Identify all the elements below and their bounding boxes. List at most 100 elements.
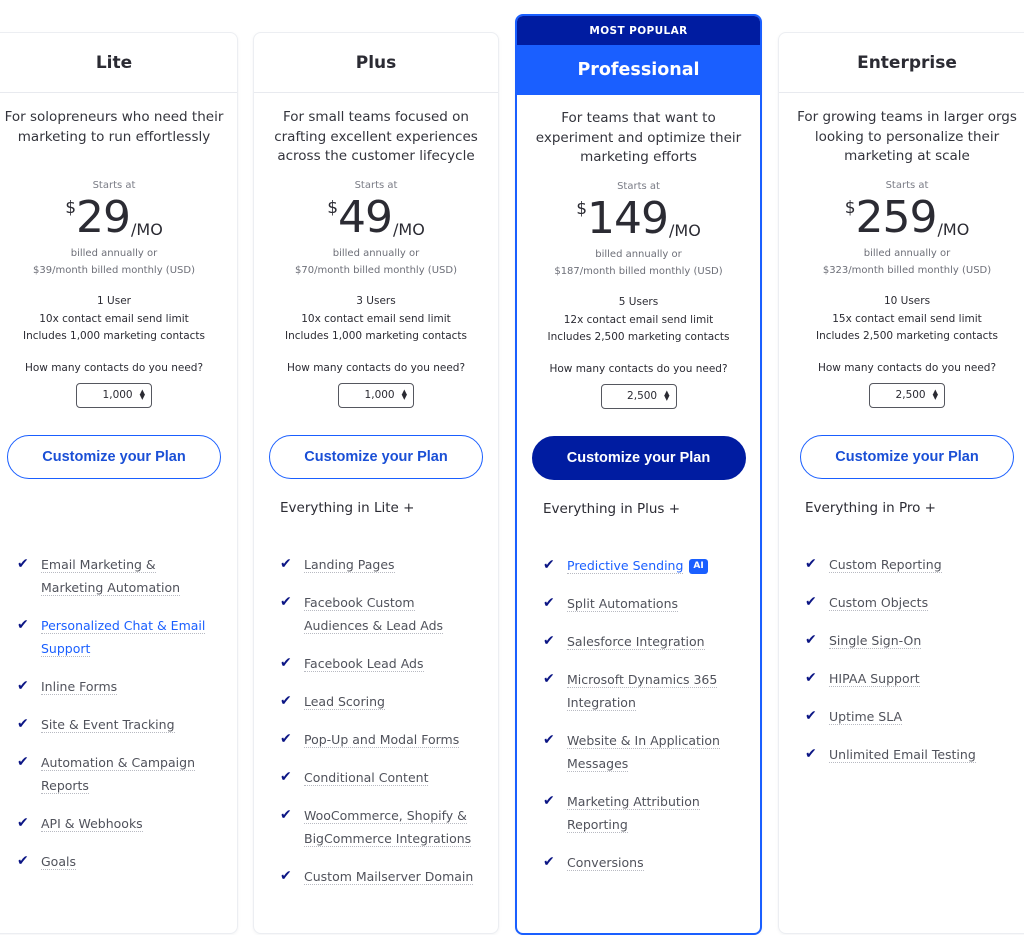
stepper-down-icon[interactable]: ▼ bbox=[140, 394, 145, 401]
stepper-down-icon[interactable]: ▼ bbox=[933, 394, 938, 401]
check-icon: ✔ bbox=[280, 867, 292, 884]
plan-description: For small teams focused on crafting exce… bbox=[274, 109, 478, 164]
check-icon: ✔ bbox=[280, 593, 292, 610]
feature-text-wrap: Inline Forms bbox=[41, 675, 118, 698]
feature-text-wrap[interactable]: Predictive Sending AI bbox=[567, 554, 708, 577]
customize-plan-button[interactable]: Customize your Plan bbox=[269, 434, 483, 479]
customize-plan-button[interactable]: Customize your Plan bbox=[7, 434, 221, 479]
check-icon: ✔ bbox=[543, 853, 555, 870]
feature-text-wrap: Lead Scoring bbox=[304, 690, 385, 713]
feature-text: Goals bbox=[41, 853, 76, 870]
ai-badge: AI bbox=[689, 558, 708, 574]
check-icon: ✔ bbox=[805, 707, 817, 724]
feature-text: WooCommerce, Shopify & BigCommerce Integ… bbox=[304, 807, 472, 847]
feature-text-wrap: Custom Reporting bbox=[829, 553, 942, 576]
feature-item: ✔ Microsoft Dynamics 365 Integration bbox=[543, 668, 740, 714]
plan-spec: 15x contact email send limit bbox=[832, 312, 982, 325]
stepper-arrows-icon[interactable]: ▲ ▼ bbox=[933, 389, 938, 401]
feature-text: Site & Event Tracking bbox=[41, 716, 175, 733]
price-amount: 259 bbox=[855, 192, 938, 243]
feature-text-wrap: Landing Pages bbox=[304, 553, 395, 576]
feature-item: ✔ Site & Event Tracking bbox=[17, 713, 217, 736]
billing-note-line2: $70/month billed monthly (USD) bbox=[295, 265, 457, 276]
plan-body: For teams that want to experiment and op… bbox=[517, 109, 760, 874]
feature-text-wrap: Goals bbox=[41, 850, 76, 873]
feature-item[interactable]: ✔ Personalized Chat & Email Support bbox=[17, 614, 217, 660]
feature-text-wrap[interactable]: Personalized Chat & Email Support bbox=[41, 614, 217, 660]
feature-item: ✔ Salesforce Integration bbox=[543, 630, 740, 653]
check-icon: ✔ bbox=[17, 616, 29, 633]
stepper-down-icon[interactable]: ▼ bbox=[664, 395, 669, 402]
billing-note-line1: billed annually or bbox=[332, 248, 420, 259]
feature-item: ✔ Custom Objects bbox=[805, 591, 1015, 614]
contacts-stepper[interactable]: 1,000 ▲ ▼ bbox=[338, 382, 414, 408]
stepper-arrows-icon[interactable]: ▲ ▼ bbox=[664, 390, 669, 402]
check-icon: ✔ bbox=[543, 670, 555, 687]
stepper-arrows-icon[interactable]: ▲ ▼ bbox=[402, 389, 407, 401]
plan-body: For small teams focused on crafting exce… bbox=[254, 108, 498, 888]
check-icon: ✔ bbox=[17, 555, 29, 572]
feature-item: ✔ Goals bbox=[17, 850, 217, 873]
plan-specs: 3 Users 10x contact email send limit Inclu… bbox=[264, 293, 488, 346]
check-icon: ✔ bbox=[543, 556, 555, 573]
currency-symbol: $ bbox=[65, 198, 77, 218]
starts-at-label: Starts at bbox=[354, 180, 398, 191]
contacts-stepper[interactable]: 2,500 ▲ ▼ bbox=[869, 382, 945, 408]
feature-text[interactable]: Predictive Sending bbox=[567, 557, 684, 574]
feature-text: Single Sign-On bbox=[829, 632, 922, 649]
starts-at-label: Starts at bbox=[885, 180, 929, 191]
plan-name: Plus bbox=[254, 33, 498, 93]
feature-text-wrap: Automation & Campaign Reports bbox=[41, 751, 217, 797]
currency-symbol: $ bbox=[576, 199, 588, 219]
feature-item[interactable]: ✔ Predictive Sending AI bbox=[543, 554, 740, 577]
feature-text-wrap: Custom Objects bbox=[829, 591, 929, 614]
price-period: /MO bbox=[131, 220, 163, 239]
check-icon: ✔ bbox=[543, 792, 555, 809]
plan-description: For solopreneurs who need their marketin… bbox=[4, 109, 224, 145]
plan-card-lite: Lite For solopreneurs who need their mar… bbox=[0, 32, 238, 934]
starts-at-label: Starts at bbox=[92, 180, 136, 191]
feature-list: ✔ Predictive Sending AI ✔ Split Automations ✔… bbox=[527, 554, 750, 874]
check-icon: ✔ bbox=[805, 555, 817, 572]
feature-list: ✔ Custom Reporting ✔ Custom Objects ✔ Single … bbox=[789, 553, 1024, 766]
customize-plan-button[interactable]: Customize your Plan bbox=[800, 434, 1014, 479]
contacts-value: 2,500 bbox=[627, 390, 658, 402]
feature-text: Uptime SLA bbox=[829, 708, 903, 725]
check-icon: ✔ bbox=[805, 593, 817, 610]
feature-item: ✔ HIPAA Support bbox=[805, 667, 1015, 690]
plan-name: Lite bbox=[0, 33, 237, 93]
feature-text: Website & In Application Messages bbox=[567, 732, 720, 772]
plan-card-plus: Plus For small teams focused on crafting… bbox=[253, 32, 499, 934]
feature-text-wrap: API & Webhooks bbox=[41, 812, 143, 835]
check-icon: ✔ bbox=[805, 669, 817, 686]
stepper-down-icon[interactable]: ▼ bbox=[402, 394, 407, 401]
stepper-arrows-icon[interactable]: ▲ ▼ bbox=[140, 389, 145, 401]
feature-text-wrap: Facebook Custom Audiences & Lead Ads bbox=[304, 591, 478, 637]
feature-text[interactable]: Personalized Chat & Email Support bbox=[41, 617, 206, 657]
billing-note-line2: $187/month billed monthly (USD) bbox=[554, 266, 723, 277]
contacts-stepper[interactable]: 2,500 ▲ ▼ bbox=[600, 383, 677, 409]
feature-text-wrap: Single Sign-On bbox=[829, 629, 922, 652]
feature-text: Email Marketing & Marketing Automation bbox=[41, 556, 181, 596]
billing-note-line2: $323/month billed monthly (USD) bbox=[822, 265, 992, 276]
plan-spec: 10x contact email send limit bbox=[301, 312, 451, 325]
feature-text-wrap: Website & In Application Messages bbox=[567, 729, 740, 775]
feature-item: ✔ Landing Pages bbox=[280, 553, 478, 576]
plan-card-professional: MOST POPULAR Professional For teams that… bbox=[515, 14, 762, 935]
feature-text-wrap: Conditional Content bbox=[304, 766, 429, 789]
feature-text: Custom Reporting bbox=[829, 556, 942, 573]
check-icon: ✔ bbox=[805, 745, 817, 762]
plan-spec: 5 Users bbox=[618, 296, 659, 308]
feature-item: ✔ API & Webhooks bbox=[17, 812, 217, 835]
contacts-question: How many contacts do you need? bbox=[549, 362, 728, 375]
feature-text-wrap: WooCommerce, Shopify & BigCommerce Integ… bbox=[304, 804, 478, 850]
contacts-stepper[interactable]: 1,000 ▲ ▼ bbox=[76, 382, 152, 408]
feature-item: ✔ Uptime SLA bbox=[805, 705, 1015, 728]
feature-text: Lead Scoring bbox=[304, 693, 385, 710]
billing-note-line1: billed annually or bbox=[70, 248, 158, 259]
contacts-value: 1,000 bbox=[364, 389, 395, 401]
check-icon: ✔ bbox=[280, 806, 292, 823]
customize-plan-button[interactable]: Customize your Plan bbox=[531, 435, 746, 480]
plan-spec: 10 Users bbox=[883, 295, 931, 307]
feature-text-wrap: Site & Event Tracking bbox=[41, 713, 175, 736]
